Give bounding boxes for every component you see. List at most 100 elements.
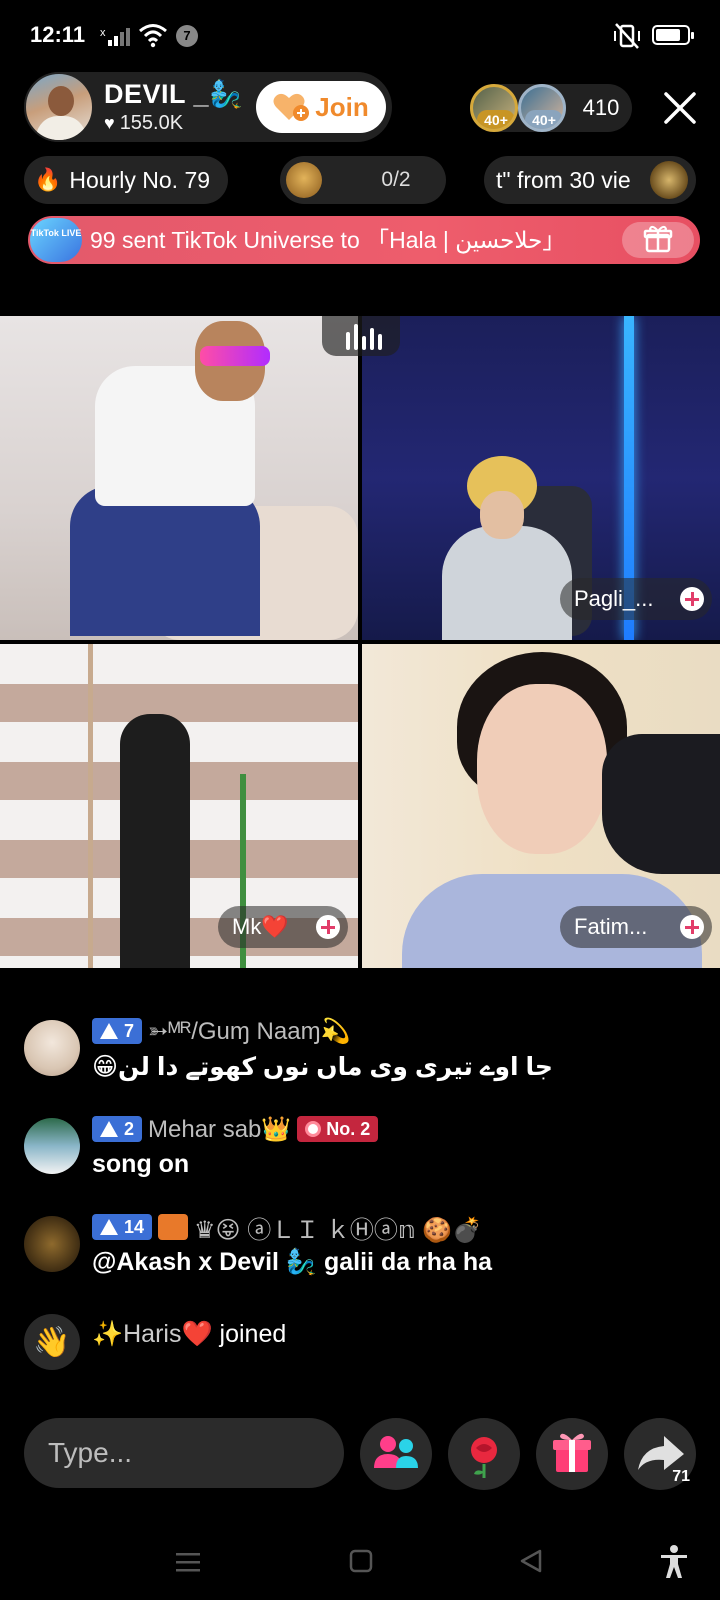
level-number: 14 <box>124 1216 145 1237</box>
level-badge: 14 <box>92 1214 153 1240</box>
host-avatar[interactable] <box>24 72 94 142</box>
guest-name-label[interactable]: Fatim... <box>560 906 712 948</box>
share-button[interactable]: 71 <box>624 1418 696 1490</box>
video-frame <box>200 346 270 366</box>
video-frame <box>120 714 190 968</box>
guest-name-label[interactable]: Mk❤️ <box>218 906 348 948</box>
guest-name: Pagli_... <box>574 586 654 611</box>
rose-icon <box>471 1437 497 1478</box>
host-likes: ♥ 155.0K <box>104 112 183 135</box>
joined-username[interactable]: ✨Haris❤️ <box>92 1320 213 1348</box>
wave-hand-icon: 👋 <box>24 1314 80 1370</box>
heart-plus-icon <box>273 93 310 121</box>
medal-icon <box>650 161 688 199</box>
video-frame <box>70 486 260 636</box>
share-count: 71 <box>672 1468 690 1485</box>
host-likes-count: 155.0K <box>119 112 184 134</box>
audio-indicator-tab[interactable] <box>322 316 400 356</box>
home-icon[interactable] <box>348 1548 374 1574</box>
chat-text: @Akash x Devil 🧞‍♂️ galii da rha ha <box>92 1248 493 1276</box>
accessibility-icon[interactable] <box>658 1544 690 1580</box>
join-text: ✨Haris❤️ joined <box>92 1320 286 1349</box>
viewer-level-badge: 40+ <box>525 110 563 129</box>
gift-banner[interactable]: TikTok LIVE 99 sent TikTok Universe to 「… <box>28 216 700 264</box>
rank-medal-icon <box>305 1121 322 1137</box>
people-icon <box>374 1436 418 1468</box>
viewer-count[interactable]: 410 <box>570 84 632 132</box>
guest-name: Fatim... <box>574 914 648 939</box>
level-triangle-icon <box>100 1023 118 1039</box>
video-frame <box>602 734 720 874</box>
notification-count-badge: 7 <box>176 25 198 47</box>
join-button[interactable]: Join <box>256 81 386 133</box>
video-frame <box>480 491 524 539</box>
rose-gift-button[interactable] <box>448 1418 520 1490</box>
guest-video-tile[interactable]: Fatim... <box>362 644 720 968</box>
status-bar: 12:11 x 7 <box>0 0 720 72</box>
fan-heart-badge <box>158 1214 189 1240</box>
hourly-rank-label: Hourly No. 79 <box>69 166 211 193</box>
banner-gift-button[interactable] <box>622 222 694 258</box>
svg-text:x: x <box>100 27 106 39</box>
chat-meta: 7 ➳ᴹᴿ/Guɱ Naaɱ💫 <box>92 1016 350 1046</box>
video-frame <box>442 526 572 640</box>
chat-text: جا اوے تیری وی ماں نوں کھوتے دا لن😁 <box>92 1053 553 1081</box>
heart-icon: ♥ <box>104 113 115 133</box>
level-triangle-icon <box>100 1219 118 1235</box>
level-badge: 2 <box>92 1116 143 1142</box>
multi-guest-grid: Pagli_... Mk❤️ Fatim... <box>0 316 720 968</box>
viewer-avatar[interactable]: 40+ <box>518 84 566 132</box>
hourly-rank-pill[interactable]: 🔥 Hourly No. 79 <box>24 156 228 204</box>
host-name: DEVIL _🧞‍♂️ <box>104 79 244 109</box>
guest-name-label[interactable]: Pagli_... <box>560 578 712 620</box>
wifi-icon <box>139 24 167 48</box>
follow-plus-icon[interactable] <box>680 915 704 939</box>
menu-icon[interactable] <box>174 1550 202 1574</box>
close-icon[interactable] <box>660 88 700 128</box>
level-badge: 7 <box>92 1018 143 1044</box>
system-nav-bar <box>0 1524 720 1600</box>
follow-plus-icon[interactable] <box>316 915 340 939</box>
chat-avatar[interactable] <box>24 1118 80 1174</box>
back-icon[interactable] <box>518 1548 544 1574</box>
joined-verb: joined <box>219 1320 287 1348</box>
guest-name: Mk❤️ <box>232 914 289 939</box>
match-score: 0/2 <box>381 168 411 191</box>
top-viewers[interactable]: 40+ 40+ 410 <box>470 84 632 132</box>
chat-username[interactable]: ♛😝 ⓐＬＩ ｋⒽⓐ𝕟 🍪💣 <box>194 1210 482 1245</box>
gift-button[interactable] <box>536 1418 608 1490</box>
viewer-avatar[interactable]: 40+ <box>470 84 518 132</box>
status-time: 12:11 <box>30 22 86 47</box>
audio-bars-icon <box>346 324 382 350</box>
guest-video-tile[interactable]: Mk❤️ <box>0 644 358 968</box>
guest-video-tile[interactable] <box>0 316 358 640</box>
gift-icon <box>643 225 673 253</box>
rank-badge: No. 2 <box>297 1116 379 1142</box>
guest-video-tile[interactable]: Pagli_... <box>362 316 720 640</box>
tiktok-live-logo: TikTok LIVE <box>30 218 82 262</box>
follow-plus-icon[interactable] <box>680 587 704 611</box>
level-number: 7 <box>124 1020 135 1041</box>
chat-username[interactable]: ➳ᴹᴿ/Guɱ Naaɱ💫 <box>148 1017 350 1046</box>
chat-avatar[interactable] <box>24 1020 80 1076</box>
chat-username[interactable]: Mehar sab👑 <box>148 1115 291 1144</box>
join-label: Join <box>315 91 369 122</box>
flame-icon: 🔥 <box>34 167 62 192</box>
chat-meta: 14 ♛😝 ⓐＬＩ ｋⒽⓐ𝕟 🍪💣 <box>92 1210 482 1245</box>
ticker-pill[interactable]: t" from 30 vie <box>484 156 696 204</box>
ticker-text: t" from 30 vie <box>496 166 631 193</box>
battery-icon <box>652 25 694 45</box>
chat-text: song on <box>92 1150 190 1178</box>
vibrate-mute-icon <box>614 23 640 49</box>
video-frame <box>88 644 93 968</box>
chat-avatar[interactable] <box>24 1216 80 1272</box>
chat-meta: 2 Mehar sab👑 No. 2 <box>92 1114 379 1144</box>
gift-banner-text: 99 sent TikTok Universe to 「Hala | حلاحس… <box>90 227 566 253</box>
video-frame <box>477 684 607 854</box>
multi-guest-button[interactable] <box>360 1418 432 1490</box>
comment-input[interactable]: Type... <box>24 1418 344 1488</box>
rank-text: No. 2 <box>326 1118 371 1139</box>
viewer-level-badge: 40+ <box>477 110 515 129</box>
match-pill[interactable]: 0/2 <box>280 156 446 204</box>
level-number: 2 <box>124 1118 135 1139</box>
